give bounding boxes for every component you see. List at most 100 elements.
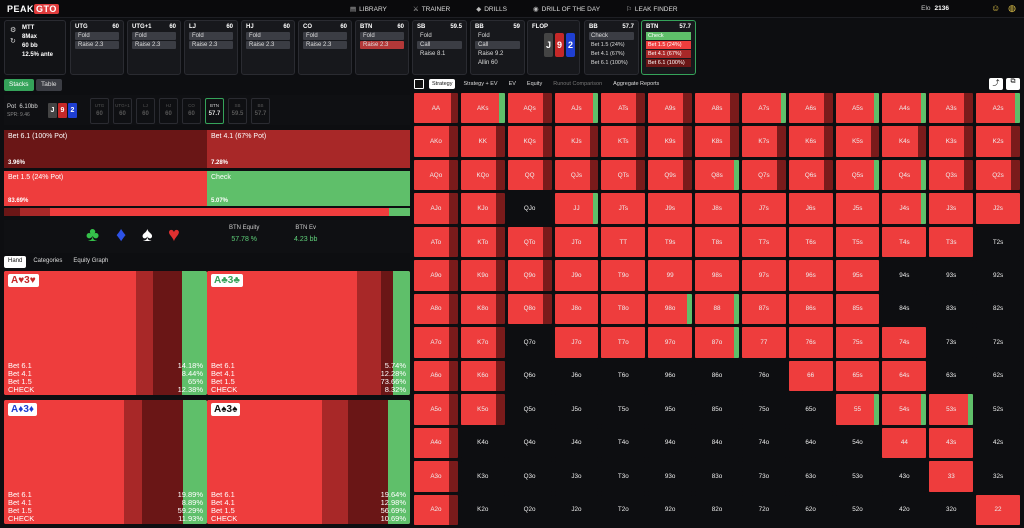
range-cell[interactable]: KK [460, 126, 505, 157]
range-cell[interactable]: K7s [741, 126, 786, 157]
range-cell[interactable]: J5s [835, 193, 880, 224]
range-cell[interactable]: A9o [414, 260, 458, 291]
seat-sb[interactable]: SB 59.5 [228, 98, 247, 124]
range-cell[interactable]: 99 [648, 260, 693, 291]
range-cell[interactable]: T3s [929, 226, 974, 258]
range-cell[interactable]: 83o [695, 461, 739, 492]
seat-lj[interactable]: LJ 60 [136, 98, 155, 124]
range-cell[interactable]: 74o [741, 427, 786, 459]
seat-hj[interactable]: HJ 60 [159, 98, 178, 124]
range-cell[interactable]: 93s [929, 260, 974, 291]
range-cell[interactable]: AJs [554, 93, 599, 124]
range-cell[interactable]: KTs [601, 126, 646, 157]
hand-combo-4[interactable]: A♠3♠ Bet 6.1 19.64% Bet 4.1 12.98% Bet 1.5 56.… [207, 400, 410, 524]
range-cell[interactable]: 54s [882, 394, 927, 425]
range-cell[interactable]: J8o [554, 293, 599, 325]
range-cell[interactable]: J6o [554, 360, 599, 392]
range-cell[interactable]: QTo [507, 226, 552, 258]
range-cell[interactable]: 42o [882, 494, 927, 525]
btn-check[interactable]: Check [646, 32, 691, 40]
range-cell[interactable]: 52s [976, 394, 1020, 425]
strategy-option-1[interactable]: Bet 6.1 (100% Pot) 3.96% [4, 130, 207, 168]
range-cell[interactable]: 62o [788, 494, 833, 525]
range-cell[interactable]: JTo [554, 226, 599, 258]
action-call[interactable]: Call [417, 41, 462, 49]
range-cell[interactable]: K9o [460, 260, 505, 291]
range-cell[interactable]: AQs [507, 93, 552, 124]
action-raise-2.3[interactable]: Raise 2.3 [189, 41, 233, 49]
position-card-bb[interactable]: BB 59 Fold Call Raise 9.2 Allin 60 [470, 20, 525, 75]
range-cell[interactable]: T9s [648, 226, 693, 258]
range-cell[interactable]: T2o [601, 494, 646, 525]
range-cell[interactable]: 65s [835, 360, 880, 392]
action-raise-8.1[interactable]: Raise 8.1 [417, 50, 462, 58]
position-card-co[interactable]: CO 60 Fold Raise 2.3 [298, 20, 352, 75]
tab-categories[interactable]: Categories [29, 256, 66, 268]
action-raise-2.3[interactable]: Raise 2.3 [246, 41, 290, 49]
club-icon[interactable]: ♣ [86, 224, 99, 247]
action-raise-2.3[interactable]: Raise 2.3 [360, 41, 404, 49]
diamond-icon[interactable]: ♦ [116, 224, 126, 247]
range-cell[interactable]: A8o [414, 293, 458, 325]
range-cell[interactable]: K6s [788, 126, 833, 157]
range-cell[interactable]: 53s [929, 394, 974, 425]
action-fold[interactable]: Fold [75, 32, 119, 40]
range-cell[interactable]: A9s [648, 93, 693, 124]
range-cell[interactable]: QJo [507, 193, 552, 224]
tab-table[interactable]: Table [36, 79, 62, 91]
range-cell[interactable]: A8s [695, 93, 739, 124]
action-fold[interactable]: Fold [475, 32, 520, 40]
range-cell[interactable]: AKs [460, 93, 505, 124]
range-cell[interactable]: 72o [741, 494, 786, 525]
range-cell[interactable]: J8s [695, 193, 739, 224]
range-cell[interactable]: A4o [414, 427, 458, 459]
range-cell[interactable]: ATs [601, 93, 646, 124]
range-cell[interactable]: T9o [601, 260, 646, 291]
range-cell[interactable]: 77 [741, 327, 786, 358]
range-cell[interactable]: A5s [835, 93, 880, 124]
share-icon[interactable]: ⤴ [989, 78, 1003, 90]
action-fold[interactable]: Fold [303, 32, 347, 40]
range-cell[interactable]: 84o [695, 427, 739, 459]
action-raise-2.3[interactable]: Raise 2.3 [75, 41, 119, 49]
range-cell[interactable]: J5o [554, 394, 599, 425]
range-cell[interactable]: K8s [695, 126, 739, 157]
range-cell[interactable]: AQo [414, 159, 458, 191]
range-cell[interactable]: A3o [414, 461, 458, 492]
range-cell[interactable]: 88 [695, 293, 739, 325]
range-cell[interactable]: T8o [601, 293, 646, 325]
range-cell[interactable]: K3o [460, 461, 505, 492]
range-cell[interactable]: 64s [882, 360, 927, 392]
tab-equity[interactable]: Equity [524, 79, 545, 89]
range-cell[interactable]: K2o [460, 494, 505, 525]
range-cell[interactable]: J4s [882, 193, 927, 224]
profile-icon[interactable]: ◍ [1008, 3, 1016, 14]
range-cell[interactable]: 22 [976, 494, 1020, 525]
range-cell[interactable]: 53o [835, 461, 880, 492]
range-cell[interactable]: 82o [695, 494, 739, 525]
range-cell[interactable]: 85o [695, 394, 739, 425]
position-card-sb[interactable]: SB 59.5 Fold Call Raise 8.1 [412, 20, 467, 75]
range-cell[interactable]: J2o [554, 494, 599, 525]
range-cell[interactable]: K3s [929, 126, 974, 157]
position-card-utg+1[interactable]: UTG+1 60 Fold Raise 2.3 [127, 20, 181, 75]
range-cell[interactable]: 43s [929, 427, 974, 459]
hand-combo-2[interactable]: A♣3♣ Bet 6.1 5.74% Bet 4.1 12.28% Bet 1.5 73.6… [207, 271, 410, 395]
range-cell[interactable]: ATo [414, 226, 458, 258]
range-cell[interactable]: 95o [648, 394, 693, 425]
nav-trainer[interactable]: ⚔ TRAINER [413, 5, 450, 13]
spade-icon[interactable]: ♠ [142, 224, 153, 247]
range-cell[interactable]: K5s [835, 126, 880, 157]
heart-icon[interactable]: ♥ [168, 224, 180, 247]
range-cell[interactable]: T5o [601, 394, 646, 425]
bb-check[interactable]: Check [589, 32, 634, 40]
nav-library[interactable]: ▤ LIBRARY [350, 5, 387, 13]
range-cell[interactable]: 43o [882, 461, 927, 492]
action-allin-60[interactable]: Allin 60 [475, 59, 520, 67]
position-card-lj[interactable]: LJ 60 Fold Raise 2.3 [184, 20, 238, 75]
strategy-option-4[interactable]: Check 5.07% [207, 171, 410, 206]
range-cell[interactable]: T6o [601, 360, 646, 392]
range-cell[interactable]: Q4o [507, 427, 552, 459]
range-cell[interactable]: KJs [554, 126, 599, 157]
range-cell[interactable]: 74s [882, 327, 927, 358]
